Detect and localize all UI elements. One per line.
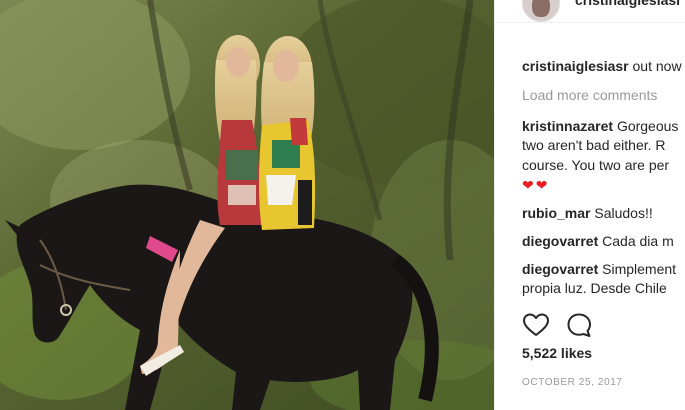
caption-text: out now [632,58,682,74]
comment-3-text: Cada dia m [602,233,674,249]
post-date: OCTOBER 25, 2017 [522,377,623,388]
post-photo[interactable] [0,0,494,410]
comment-1-username[interactable]: kristinnazaret [522,118,613,134]
comment-2: rubio_mar Saludos!! [522,201,653,225]
post-header: cristinaiglesiasr [495,0,685,23]
comment-4-line-2: propia luz. Desde Chile [522,280,667,296]
comment-3: diegovarret Cada dia m [522,229,674,253]
caption: cristinaiglesiasr out now [522,54,682,78]
comments-panel: cristinaiglesiasr cristinaiglesiasr out … [495,0,685,410]
load-more-comments[interactable]: Load more comments [522,83,657,107]
comment-1-heart-emoji: ❤❤ [522,177,550,193]
comment-2-text: Saludos!! [594,205,653,221]
comment-1-text: Gorgeous [616,118,679,134]
caption-username[interactable]: cristinaiglesiasr [522,58,629,74]
avatar[interactable] [522,0,560,22]
header-username[interactable]: cristinaiglesiasr [575,0,682,8]
like-count[interactable]: 5,522 likes [522,345,592,361]
post-actions [522,312,682,338]
comment-4-text: Simplement [602,261,677,277]
comment-3-username[interactable]: diegovarret [522,233,598,249]
comment-icon[interactable] [566,312,594,338]
photo-illustration [0,0,494,410]
comment-4-username[interactable]: diegovarret [522,261,598,277]
comment-2-username[interactable]: rubio_mar [522,205,590,221]
heart-icon[interactable] [522,312,550,338]
